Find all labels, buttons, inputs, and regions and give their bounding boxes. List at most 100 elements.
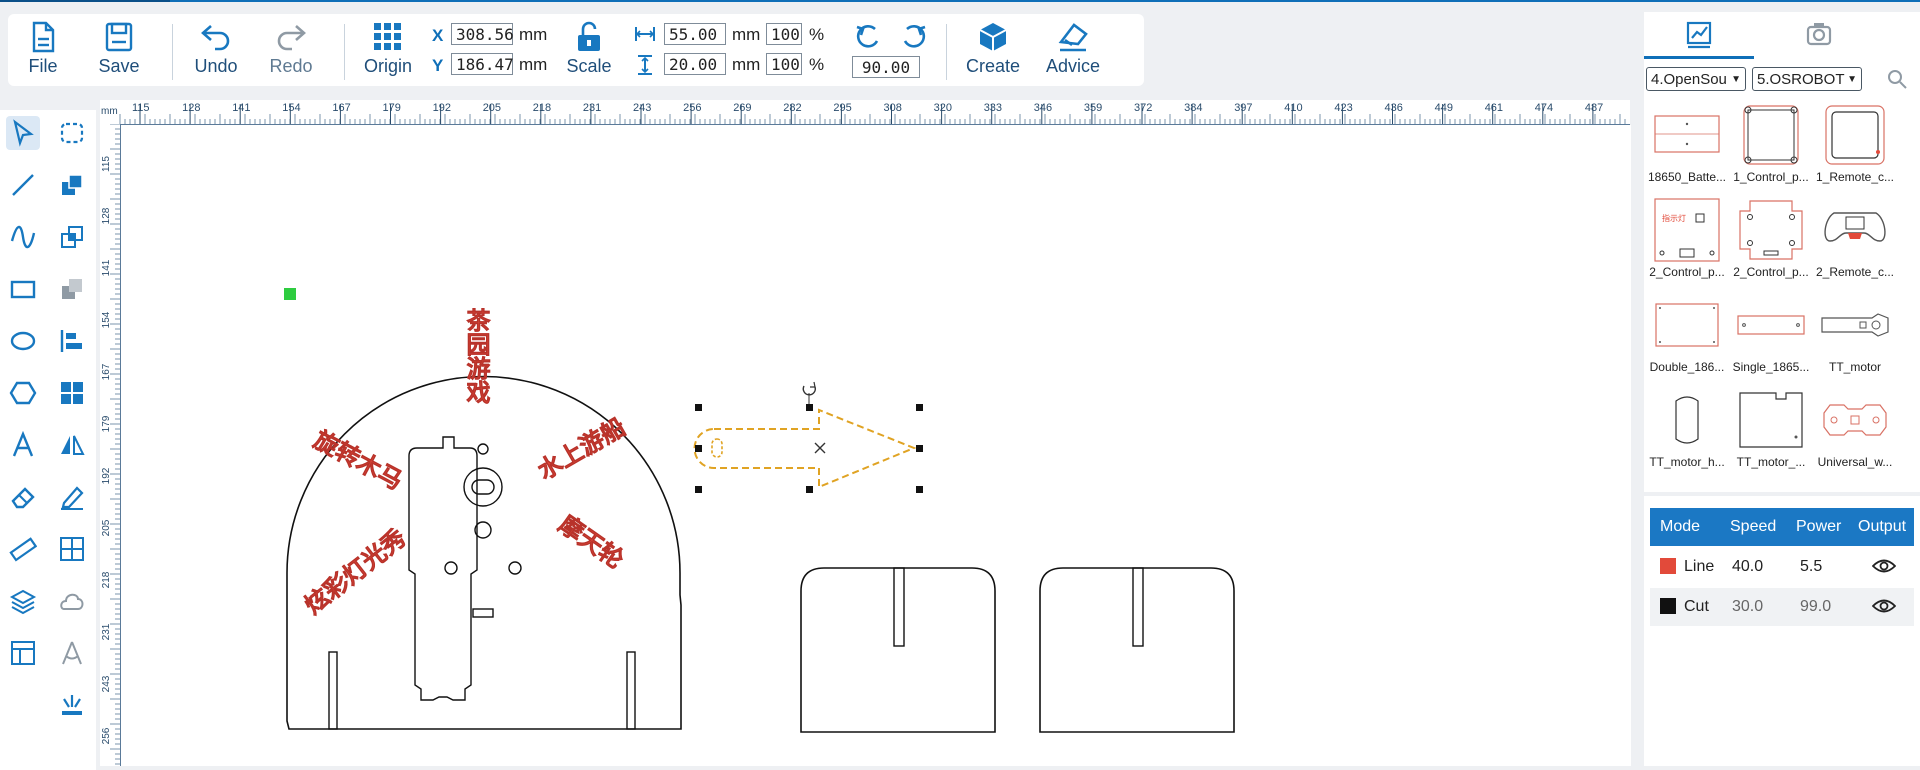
engrave-text-boat[interactable]: 水上游船 — [533, 413, 631, 486]
library-category-dropdown[interactable]: 4.OpenSou ▼ — [1646, 67, 1746, 91]
ruler-top-label: 167 — [332, 102, 350, 114]
library-item[interactable]: 指示灯 2_Control_p... — [1646, 197, 1728, 287]
eye-icon[interactable] — [1872, 597, 1896, 615]
geometry-tool[interactable] — [55, 636, 89, 670]
motor-bracket-thumb — [1739, 392, 1803, 448]
layer-row-line[interactable]: Line 40.0 5.5 — [1650, 548, 1914, 586]
rotate-ccw-icon[interactable] — [853, 21, 883, 51]
file-button[interactable]: File — [8, 20, 78, 77]
top-ruler: mm 115 128 141 154 167 179 192 205 218 231 243 256 2… — [100, 100, 1630, 125]
undo-button[interactable]: Undo — [181, 20, 251, 77]
advice-button[interactable]: Advice — [1038, 20, 1108, 77]
measure-tool[interactable] — [6, 532, 40, 566]
library-item[interactable]: Single_1865... — [1730, 292, 1812, 382]
ruler-top-label: 295 — [833, 102, 851, 114]
height-input[interactable]: 20.00 — [664, 53, 726, 75]
array-tool[interactable] — [55, 532, 89, 566]
group-tool[interactable] — [55, 376, 89, 410]
tab-materials[interactable] — [1644, 12, 1754, 59]
layer-color-swatch[interactable] — [1660, 558, 1676, 574]
toolbar-divider — [172, 24, 173, 80]
text-tool[interactable] — [6, 428, 40, 462]
engrave-text-tea-garden[interactable]: 茶园游戏 — [462, 308, 492, 405]
origin-button[interactable]: Origin — [353, 20, 423, 77]
subtract-tool[interactable] — [55, 272, 89, 306]
unlock-icon — [578, 21, 600, 51]
laser-tool[interactable] — [55, 688, 89, 722]
ellipse-tool[interactable] — [6, 324, 40, 358]
library-item[interactable]: 18650_Batte... — [1646, 102, 1728, 192]
line-tool[interactable] — [6, 168, 40, 202]
create-button[interactable]: Create — [958, 20, 1028, 77]
library-item[interactable]: 2_Remote_c... — [1814, 197, 1896, 287]
cloud-shape-icon — [60, 593, 84, 610]
thumb-badge-text: 指示灯 — [1662, 213, 1686, 223]
layer-speed[interactable]: 40.0 — [1732, 558, 1763, 576]
redo-button[interactable]: Redo — [256, 20, 326, 77]
pen-edit-tool[interactable] — [55, 480, 89, 514]
design-canvas[interactable]: 旋转木马 茶园游戏 水上游船 炫彩灯光秀 摩天轮 — [121, 125, 1631, 766]
control-panel-thumb — [1743, 105, 1799, 165]
rotate-cw-icon[interactable] — [899, 21, 929, 51]
y-unit: mm — [519, 55, 548, 74]
height-percent-input[interactable]: 100 — [766, 53, 802, 75]
layer-color-swatch[interactable] — [1660, 598, 1676, 614]
camera-icon — [1806, 23, 1832, 46]
plate-left[interactable] — [800, 567, 996, 733]
line-icon — [12, 174, 34, 196]
tab-camera[interactable] — [1764, 12, 1874, 56]
search-icon[interactable] — [1886, 68, 1908, 90]
mirror-tool[interactable] — [55, 428, 89, 462]
eraser-tool[interactable] — [6, 480, 40, 514]
library-item[interactable]: TT_motor_... — [1730, 387, 1812, 477]
intersect-tool[interactable] — [55, 220, 89, 254]
layer-power[interactable]: 5.5 — [1800, 558, 1822, 576]
library-item[interactable]: Double_186... — [1646, 292, 1728, 382]
ruler-top-label: 384 — [1184, 102, 1202, 114]
rotation-input[interactable]: 90.00 — [852, 56, 920, 78]
layers-tool[interactable] — [6, 584, 40, 618]
library-project-dropdown[interactable]: 5.OSROBOT ▼ — [1752, 67, 1862, 91]
curve-tool[interactable] — [6, 220, 40, 254]
save-icon — [105, 22, 133, 52]
x-position-input[interactable]: 308.56 — [451, 23, 514, 45]
ruler-top-label: 346 — [1034, 102, 1052, 114]
engrave-text-ferris[interactable]: 摩天轮 — [553, 510, 629, 575]
undo-icon — [201, 25, 230, 51]
width-percent-input[interactable]: 100 — [766, 23, 802, 45]
library-item[interactable]: 1_Remote_c... — [1814, 102, 1896, 192]
polygon-tool[interactable] — [6, 376, 40, 410]
plate-right[interactable] — [1039, 567, 1235, 733]
x-label: X — [432, 26, 444, 45]
ruler-left-label: 154 — [101, 311, 112, 328]
engrave-text-lights[interactable]: 炫彩灯光秀 — [299, 523, 411, 620]
top-ruler-ticks: 115 128 141 154 167 179 192 205 218 231 243 256 269 2… — [119, 102, 1626, 124]
node-edit-tool[interactable] — [55, 116, 89, 150]
left-ruler: 115 128 141 154 167 179 192 205 218 231 243 256 — [100, 124, 121, 766]
ruler-top-label: 218 — [533, 102, 551, 114]
library-item[interactable]: 2_Control_p... — [1730, 197, 1812, 287]
align-tool[interactable] — [55, 324, 89, 358]
library-item[interactable]: TT_motor — [1814, 292, 1896, 382]
layer-row-cut[interactable]: Cut 30.0 99.0 — [1650, 588, 1914, 626]
shape-library-tool[interactable] — [55, 584, 89, 618]
rectangle-tool[interactable] — [6, 272, 40, 306]
library-item[interactable]: Universal_w... — [1814, 387, 1896, 477]
combine-tool[interactable] — [55, 168, 89, 202]
select-tool[interactable] — [6, 116, 40, 150]
selected-arrow-shape[interactable] — [693, 381, 924, 493]
layout-tool[interactable] — [6, 636, 40, 670]
library-item[interactable]: TT_motor_h... — [1646, 387, 1728, 477]
layer-power[interactable]: 99.0 — [1800, 598, 1831, 616]
ruler-top-label: 359 — [1084, 102, 1102, 114]
eye-icon[interactable] — [1872, 557, 1896, 575]
layer-speed[interactable]: 30.0 — [1732, 598, 1763, 616]
scale-lock-button[interactable]: Scale — [554, 20, 624, 77]
header-power: Power — [1796, 518, 1842, 535]
save-button[interactable]: Save — [84, 20, 154, 77]
y-position-input[interactable]: 186.47 — [451, 53, 514, 75]
width-input[interactable]: 55.00 — [664, 23, 726, 45]
main-toolbar: File Save Undo Redo Origin X 308.56 mm Y… — [8, 14, 1144, 86]
origin-marker[interactable] — [284, 288, 296, 300]
library-item[interactable]: 1_Control_p... — [1730, 102, 1812, 192]
